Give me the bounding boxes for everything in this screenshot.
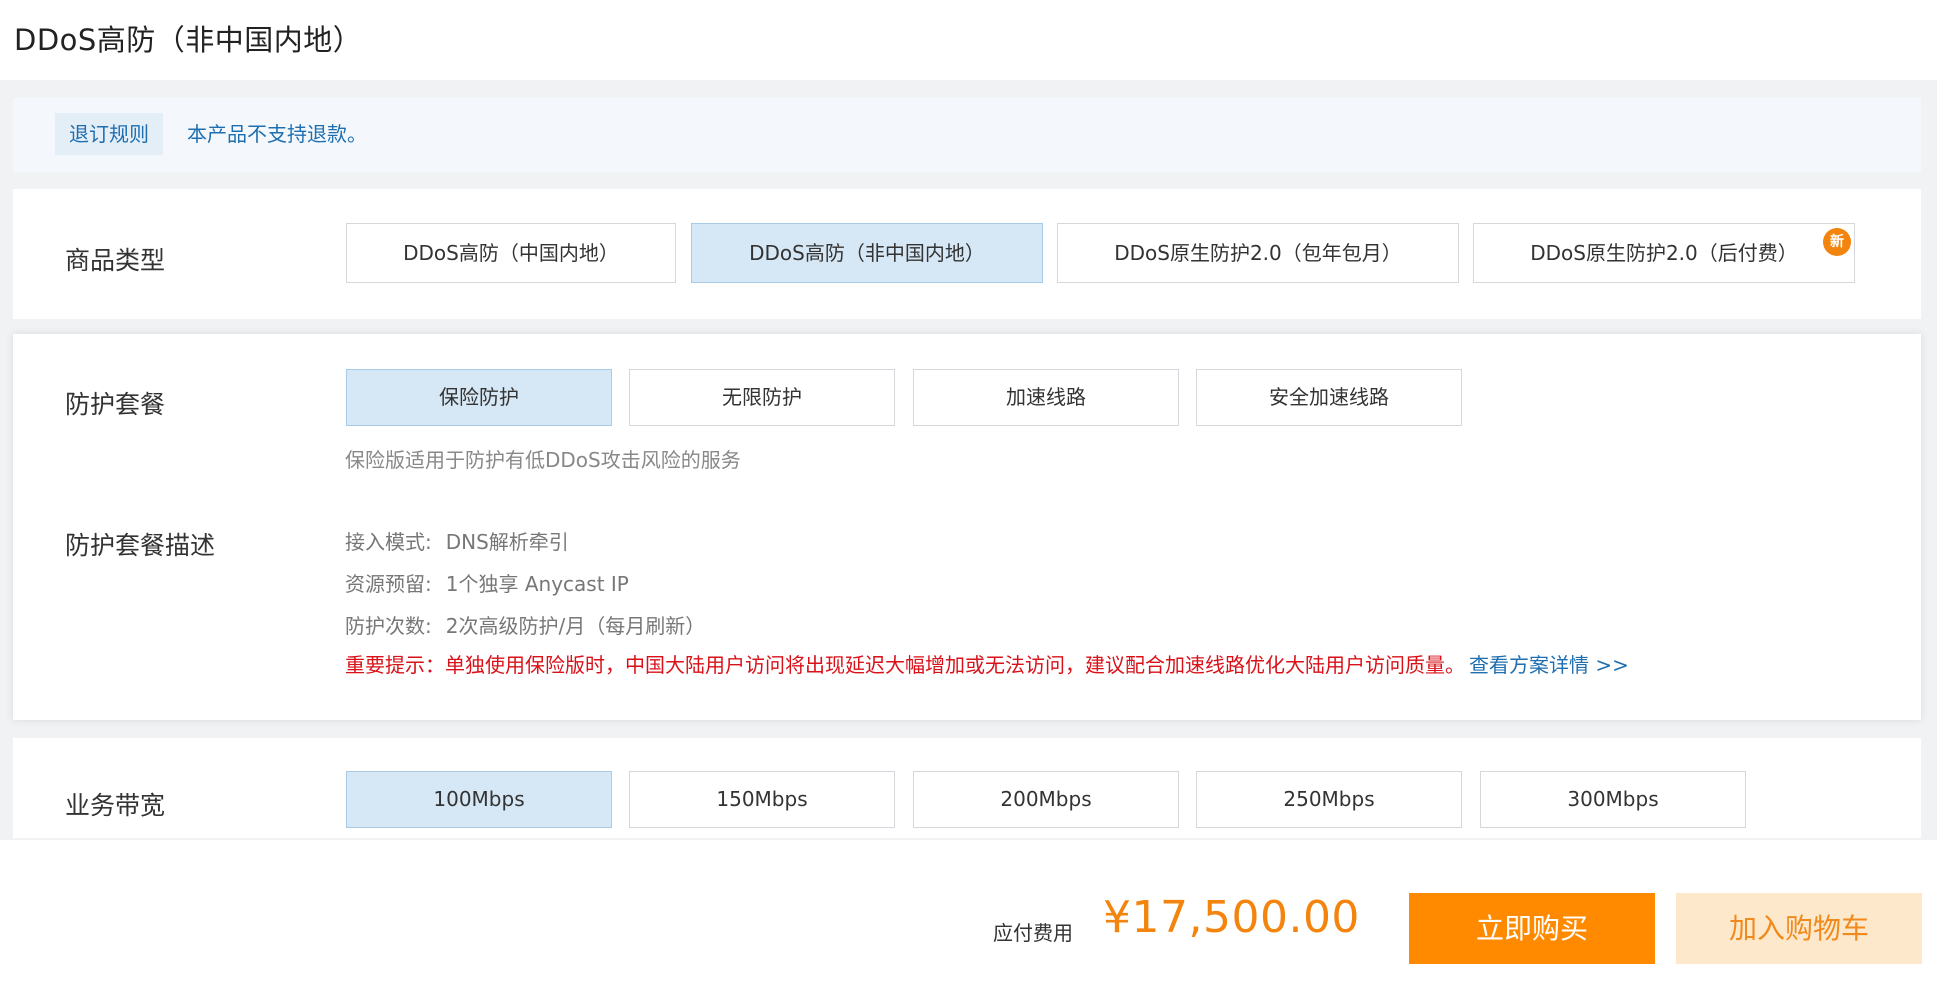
plan-label: 防护套餐: [65, 390, 166, 419]
option-label: DDoS原生防护2.0（包年包月）: [1114, 241, 1402, 265]
plan-option-unlimited[interactable]: 无限防护: [629, 369, 895, 426]
desc-key: 接入模式:: [345, 530, 432, 554]
bandwidth-option-150[interactable]: 150Mbps: [629, 771, 895, 828]
bandwidth-section: 业务带宽 100Mbps 150Mbps 200Mbps 250Mbps 300…: [13, 738, 1921, 838]
warning-text: 重要提示：单独使用保险版时，中国大陆用户访问将出现延迟大幅增加或无法访问，建议配…: [345, 653, 1465, 677]
option-label: DDoS高防（中国内地）: [403, 241, 619, 265]
plan-option-insurance[interactable]: 保险防护: [346, 369, 612, 426]
desc-value: DNS解析牵引: [445, 530, 569, 554]
plan-desc-label: 防护套餐描述: [65, 531, 216, 560]
product-type-label: 商品类型: [65, 246, 166, 275]
bandwidth-option-300[interactable]: 300Mbps: [1480, 771, 1746, 828]
option-label: 200Mbps: [1000, 787, 1092, 811]
buy-now-button[interactable]: 立即购买: [1409, 893, 1655, 964]
desc-key: 资源预留:: [345, 572, 432, 596]
desc-protection-count: 防护次数: 2次高级防护/月（每月刷新）: [345, 610, 705, 639]
page-title: DDoS高防（非中国内地）: [14, 23, 363, 57]
view-solution-link[interactable]: 查看方案详情 >>: [1469, 653, 1629, 677]
option-label: 安全加速线路: [1269, 385, 1389, 409]
fee-label: 应付费用: [993, 921, 1073, 945]
option-label: DDoS高防（非中国内地）: [749, 241, 985, 265]
option-label: 无限防护: [722, 385, 802, 409]
refund-notice-text: 本产品不支持退款。: [187, 122, 367, 146]
desc-value: 2次高级防护/月（每月刷新）: [445, 614, 706, 638]
plan-option-acceleration[interactable]: 加速线路: [913, 369, 1179, 426]
bandwidth-option-250[interactable]: 250Mbps: [1196, 771, 1462, 828]
desc-access-mode: 接入模式: DNS解析牵引: [345, 526, 569, 555]
option-label: 300Mbps: [1567, 787, 1659, 811]
plan-section: 防护套餐 保险防护 无限防护 加速线路 安全加速线路 保险版适用于防护有低DDo…: [13, 334, 1921, 720]
product-type-section: 商品类型 DDoS高防（中国内地） DDoS高防（非中国内地） DDoS原生防护…: [13, 189, 1921, 319]
new-badge: 新: [1823, 228, 1851, 256]
refund-notice: 退订规则 本产品不支持退款。: [13, 98, 1921, 172]
desc-key: 防护次数:: [345, 614, 432, 638]
product-type-option-native-postpaid[interactable]: DDoS原生防护2.0（后付费） 新: [1473, 223, 1855, 283]
product-type-option-native-monthly[interactable]: DDoS原生防护2.0（包年包月）: [1057, 223, 1459, 283]
product-type-option-overseas[interactable]: DDoS高防（非中国内地）: [691, 223, 1043, 283]
option-label: DDoS原生防护2.0（后付费）: [1530, 241, 1798, 265]
page-header: DDoS高防（非中国内地）: [0, 0, 1937, 80]
option-label: 150Mbps: [716, 787, 808, 811]
fee-value: ¥17,500.00: [1103, 892, 1360, 943]
option-label: 100Mbps: [433, 787, 525, 811]
option-label: 250Mbps: [1283, 787, 1375, 811]
checkout-bar: 应付费用 ¥17,500.00 立即购买 加入购物车: [0, 840, 1937, 995]
plan-hint: 保险版适用于防护有低DDoS攻击风险的服务: [345, 448, 741, 472]
add-to-cart-button[interactable]: 加入购物车: [1676, 893, 1922, 964]
bandwidth-option-200[interactable]: 200Mbps: [913, 771, 1179, 828]
desc-resource: 资源预留: 1个独享 Anycast IP: [345, 568, 629, 597]
plan-option-secure-acceleration[interactable]: 安全加速线路: [1196, 369, 1462, 426]
refund-rule-tag: 退订规则: [55, 113, 163, 155]
desc-value: 1个独享 Anycast IP: [445, 572, 629, 596]
bandwidth-label: 业务带宽: [65, 791, 166, 820]
option-label: 加速线路: [1006, 385, 1086, 409]
option-label: 保险防护: [439, 385, 519, 409]
product-type-option-mainland[interactable]: DDoS高防（中国内地）: [346, 223, 676, 283]
bandwidth-option-100[interactable]: 100Mbps: [346, 771, 612, 828]
important-warning: 重要提示：单独使用保险版时，中国大陆用户访问将出现延迟大幅增加或无法访问，建议配…: [345, 649, 1629, 678]
